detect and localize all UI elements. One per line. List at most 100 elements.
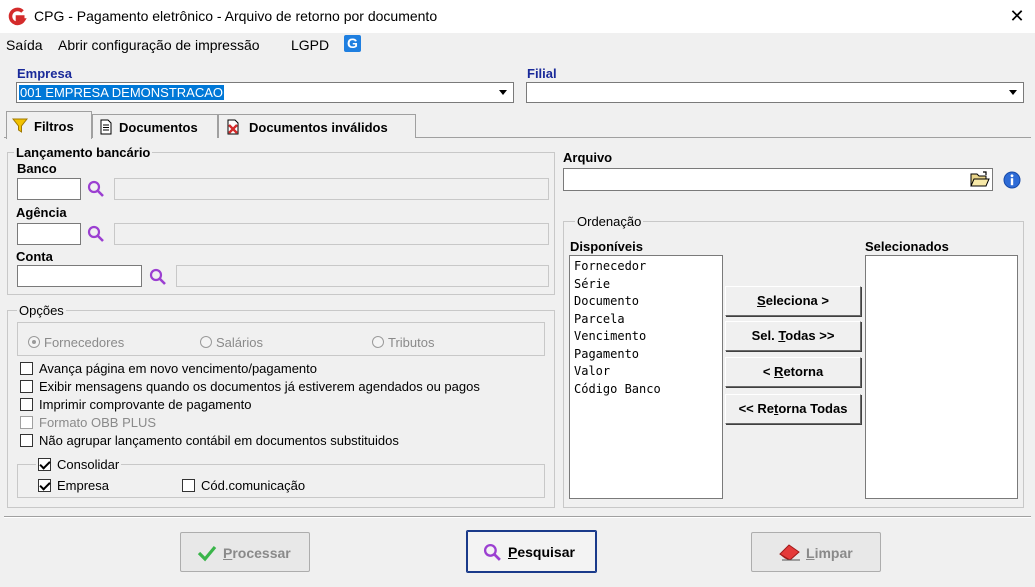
- window-title: CPG - Pagamento eletrônico - Arquivo de …: [34, 8, 438, 24]
- check-avanca-pagina[interactable]: Avança página em novo vencimento/pagamen…: [20, 361, 317, 376]
- radio-tributos[interactable]: Tributos: [372, 335, 434, 350]
- check-exibir-mensagens[interactable]: Exibir mensagens quando os documentos já…: [20, 379, 480, 394]
- selecionados-list[interactable]: [865, 255, 1018, 499]
- check-nao-agrupar-box[interactable]: [20, 434, 33, 447]
- menu-item-lgpd[interactable]: LGPD: [291, 37, 329, 53]
- eraser-icon: [779, 544, 800, 561]
- list-item[interactable]: Série: [570, 276, 722, 294]
- sel-todas-label-post: odas >>: [785, 328, 835, 343]
- tab-documentos-invalidos-label: Documentos inválidos: [249, 120, 388, 135]
- radio-fornecedores-circle[interactable]: [28, 336, 40, 348]
- tab-documentos[interactable]: Documentos: [92, 114, 218, 138]
- check-formato-obb-plus-label: Formato OBB PLUS: [39, 415, 157, 430]
- empresa-label: Empresa: [17, 66, 72, 81]
- pesquisar-label-key: P: [508, 544, 518, 560]
- conta-description-field: [176, 265, 549, 287]
- list-item[interactable]: Parcela: [570, 311, 722, 329]
- processar-label-rest: rocessar: [232, 545, 291, 561]
- limpar-button[interactable]: Limpar: [751, 532, 881, 572]
- menu-item-print-config[interactable]: Abrir configuração de impressão: [58, 37, 260, 53]
- check-avanca-pagina-label: Avança página em novo vencimento/pagamen…: [39, 361, 318, 376]
- radio-salarios[interactable]: Salários: [200, 335, 263, 350]
- list-item[interactable]: Código Banco: [570, 381, 722, 399]
- check-imprimir-comprovante-box[interactable]: [20, 398, 33, 411]
- limpar-label-key: L: [806, 545, 815, 561]
- check-empresa-box[interactable]: [38, 479, 51, 492]
- agencia-lookup-search-icon[interactable]: [87, 225, 105, 243]
- seleciona-button[interactable]: Seleciona >: [725, 286, 861, 316]
- arquivo-label: Arquivo: [563, 150, 613, 165]
- filial-dropdown-arrow-icon[interactable]: [1005, 84, 1022, 101]
- limpar-label: Limpar: [806, 545, 853, 561]
- sel-todas-button[interactable]: Sel. Todas >>: [725, 321, 861, 351]
- lgpd-g-icon[interactable]: G: [344, 35, 361, 52]
- disponiveis-list[interactable]: Fornecedor Série Documento Parcela Venci…: [569, 255, 723, 499]
- retorna-label-pre: <: [762, 364, 775, 379]
- agencia-description-field: [114, 223, 549, 245]
- empresa-dropdown-arrow-icon[interactable]: [495, 84, 512, 101]
- banco-lookup-search-icon[interactable]: [87, 180, 105, 198]
- list-item[interactable]: Documento: [570, 293, 722, 311]
- limpar-label-rest: impar: [814, 545, 853, 561]
- retorna-todas-label-post: orna Todas: [778, 401, 848, 416]
- empresa-combo[interactable]: 001 EMPRESA DEMONSTRACAO: [16, 82, 514, 103]
- check-consolidar[interactable]: Consolidar: [36, 457, 122, 472]
- list-item[interactable]: Vencimento: [570, 328, 722, 346]
- check-formato-obb-plus-box: [20, 416, 33, 429]
- menu-item-saida[interactable]: Saída: [6, 37, 43, 53]
- check-avanca-pagina-box[interactable]: [20, 362, 33, 375]
- check-cod-comunicacao-label: Cód.comunicação: [201, 478, 306, 493]
- radio-fornecedores-label: Fornecedores: [44, 335, 125, 350]
- lancamento-bancario-legend: Lançamento bancário: [14, 145, 153, 160]
- agencia-code-input[interactable]: [17, 223, 81, 245]
- seleciona-label-post: eleciona >: [765, 293, 829, 308]
- banco-description-field: [114, 178, 549, 200]
- seleciona-label-key: S: [757, 293, 766, 308]
- check-exibir-mensagens-box[interactable]: [20, 380, 33, 393]
- check-cod-comunicacao-box[interactable]: [182, 479, 195, 492]
- tab-documentos-invalidos[interactable]: Documentos inválidos: [218, 114, 416, 138]
- check-imprimir-comprovante[interactable]: Imprimir comprovante de pagamento: [20, 397, 251, 412]
- list-item[interactable]: Fornecedor: [570, 258, 722, 276]
- banco-code-input[interactable]: [17, 178, 81, 200]
- agencia-label: Agência: [16, 205, 67, 220]
- retorna-label-post: etorna: [783, 364, 824, 379]
- radio-fornecedores[interactable]: Fornecedores: [28, 335, 124, 350]
- conta-label: Conta: [16, 249, 53, 264]
- close-button[interactable]: ✕: [1006, 5, 1028, 27]
- tab-filtros[interactable]: Filtros: [6, 111, 92, 139]
- check-consolidar-box[interactable]: [38, 458, 51, 471]
- open-folder-icon[interactable]: [970, 171, 990, 188]
- filial-label: Filial: [527, 66, 557, 81]
- radio-salarios-label: Salários: [216, 335, 263, 350]
- filial-combo[interactable]: [526, 82, 1024, 103]
- check-cod-comunicacao[interactable]: Cód.comunicação: [182, 478, 305, 493]
- check-nao-agrupar[interactable]: Não agrupar lançamento contábil em docum…: [20, 433, 399, 448]
- processar-label-key: P: [223, 545, 233, 561]
- radio-tributos-circle[interactable]: [372, 336, 384, 348]
- list-item[interactable]: Pagamento: [570, 346, 722, 364]
- check-formato-obb-plus: Formato OBB PLUS: [20, 415, 156, 430]
- processar-button[interactable]: Processar: [180, 532, 310, 572]
- conta-lookup-search-icon[interactable]: [149, 268, 167, 286]
- ordenacao-legend: Ordenação: [575, 214, 644, 229]
- info-icon[interactable]: [1003, 171, 1021, 189]
- lgpd-icon-letter: G: [347, 35, 358, 51]
- conta-code-input[interactable]: [17, 265, 142, 287]
- check-exibir-mensagens-label: Exibir mensagens quando os documentos já…: [39, 379, 480, 394]
- retorna-button[interactable]: < Retorna: [725, 357, 861, 387]
- tab-filtros-label: Filtros: [34, 119, 74, 134]
- search-icon: [483, 543, 501, 561]
- pesquisar-button[interactable]: Pesquisar: [466, 530, 597, 573]
- radio-salarios-circle[interactable]: [200, 336, 212, 348]
- retorna-todas-button[interactable]: << Retorna Todas: [725, 394, 861, 424]
- radio-tributos-label: Tributos: [388, 335, 435, 350]
- document-icon: [100, 119, 112, 135]
- check-empresa-label: Empresa: [57, 478, 110, 493]
- arquivo-input[interactable]: [563, 168, 993, 191]
- selecionados-label: Selecionados: [865, 239, 949, 254]
- check-empresa[interactable]: Empresa: [38, 478, 109, 493]
- invalid-document-icon: [227, 119, 239, 135]
- check-nao-agrupar-label: Não agrupar lançamento contábil em docum…: [39, 433, 399, 448]
- list-item[interactable]: Valor: [570, 363, 722, 381]
